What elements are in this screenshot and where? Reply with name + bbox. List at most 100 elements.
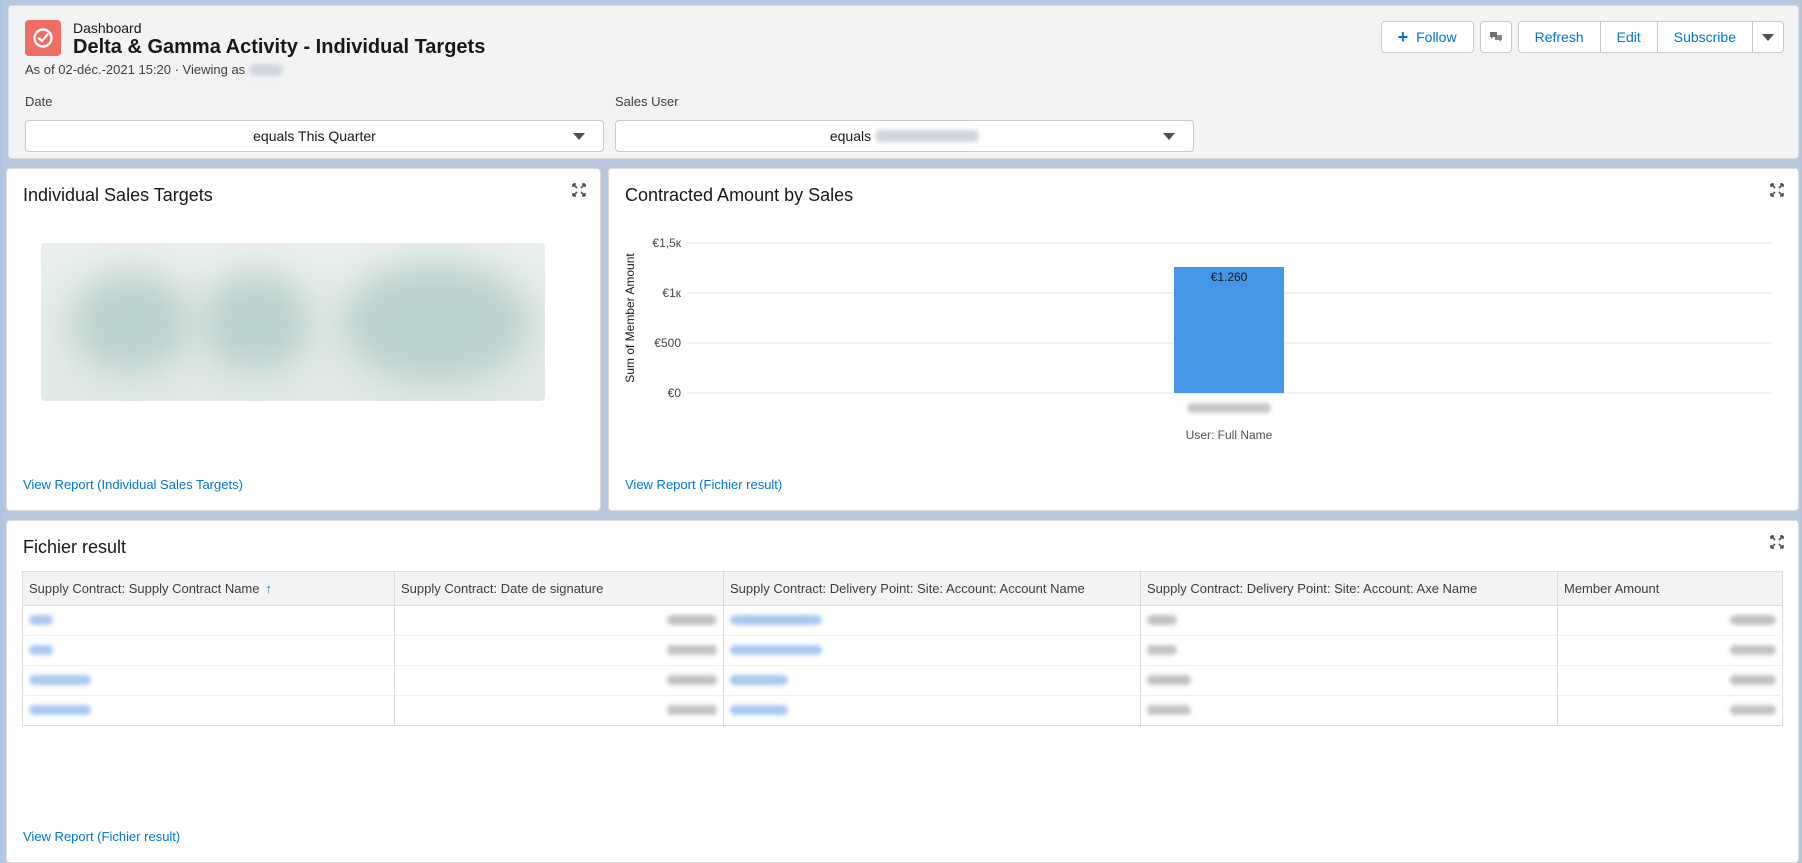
redacted-value — [1730, 675, 1776, 685]
cell-date — [394, 605, 724, 636]
redacted-value — [1147, 675, 1191, 685]
table-row — [22, 665, 1783, 696]
x-category-label-redacted — [1187, 403, 1271, 413]
cell-axe-name — [1140, 635, 1558, 666]
y-tick-label: €1,5к — [652, 236, 681, 250]
cell-account-name[interactable] — [723, 635, 1141, 666]
redacted-value — [29, 615, 53, 625]
blurred-targets-chart — [41, 243, 545, 401]
table-row — [22, 605, 1783, 636]
expand-icon[interactable] — [572, 183, 586, 197]
cell-axe-name — [1140, 695, 1558, 726]
cell-date — [394, 665, 724, 696]
redacted-value — [730, 615, 822, 625]
view-report-fichier-result-link[interactable]: View Report (Fichier result) — [23, 829, 180, 844]
cell-account-name[interactable] — [723, 695, 1141, 726]
redacted-value — [1147, 615, 1177, 625]
card-title: Fichier result — [23, 537, 127, 557]
chart-blob — [341, 263, 531, 383]
view-report-fichier-link[interactable]: View Report (Fichier result) — [625, 477, 782, 492]
redacted-value — [667, 675, 717, 685]
chevron-down-icon — [1163, 133, 1175, 140]
viewing-as-user-redacted — [249, 63, 284, 76]
date-filter-select[interactable]: equals This Quarter — [25, 120, 604, 152]
contracted-amount-card: Contracted Amount by Sales €0 €500 €1к €1,5… — [608, 168, 1799, 511]
redacted-value — [730, 705, 788, 715]
column-header-label: Supply Contract: Supply Contract Name — [29, 581, 260, 596]
column-header-contract-name[interactable]: Supply Contract: Supply Contract Name ↑ — [22, 571, 395, 606]
card-title: Individual Sales Targets — [23, 185, 213, 205]
column-header-member-amount[interactable]: Member Amount — [1557, 571, 1783, 606]
redacted-value — [1730, 615, 1776, 625]
redacted-value — [29, 645, 53, 655]
cell-contract-name[interactable] — [22, 605, 395, 636]
more-actions-button[interactable] — [1752, 21, 1784, 53]
cell-member-amount — [1557, 665, 1783, 696]
y-tick-label: €0 — [668, 386, 682, 400]
page-title: Delta & Gamma Activity - Individual Targ… — [73, 36, 486, 58]
date-filter-value: equals This Quarter — [253, 128, 376, 144]
redacted-value — [730, 645, 822, 655]
chart-blob — [201, 273, 311, 373]
x-axis-label: User: Full Name — [1186, 428, 1273, 442]
column-header-axe-name[interactable]: Supply Contract: Delivery Point: Site: A… — [1140, 571, 1558, 606]
column-header-account-name[interactable]: Supply Contract: Delivery Point: Site: A… — [723, 571, 1141, 606]
cell-axe-name — [1140, 605, 1558, 636]
subscribe-button[interactable]: Subscribe — [1656, 21, 1753, 53]
chart-blob — [71, 273, 191, 373]
cell-axe-name — [1140, 665, 1558, 696]
follow-button[interactable]: + Follow — [1380, 21, 1474, 53]
redacted-value — [29, 705, 91, 715]
chevron-down-icon — [573, 133, 585, 140]
action-button-group: Refresh Edit Subscribe — [1517, 21, 1784, 53]
redacted-value — [1730, 705, 1776, 715]
y-tick-label: €1к — [662, 286, 681, 300]
fichier-result-card: Fichier result Supply Contract: Supply C… — [6, 520, 1799, 863]
header-actions: + Follow Refresh Edit Subscribe — [1380, 21, 1784, 53]
table-header-row: Supply Contract: Supply Contract Name ↑ S… — [22, 571, 1783, 606]
contracted-bar-chart: €0 €500 €1к €1,5к Sum of Member Amount €1.260… — [623, 236, 1771, 442]
y-tick-label: €500 — [654, 336, 681, 350]
sales-user-redacted — [875, 130, 980, 142]
cell-member-amount — [1557, 695, 1783, 726]
sales-user-filter-label: Sales User — [615, 94, 679, 109]
expand-icon[interactable] — [1770, 535, 1784, 549]
redacted-value — [730, 675, 788, 685]
column-header-date-signature[interactable]: Supply Contract: Date de signature — [394, 571, 724, 606]
cell-date — [394, 695, 724, 726]
chat-bubbles-icon — [1489, 32, 1502, 42]
bar — [1174, 267, 1284, 393]
chevron-down-icon — [1762, 33, 1774, 41]
dashboard-app-icon — [25, 20, 61, 56]
redacted-value — [1147, 705, 1191, 715]
view-report-targets-link[interactable]: View Report (Individual Sales Targets) — [23, 477, 243, 492]
cell-member-amount — [1557, 605, 1783, 636]
dashboard-gauge-icon — [33, 28, 53, 48]
cell-account-name[interactable] — [723, 605, 1141, 636]
redacted-value — [667, 705, 717, 715]
sort-ascending-icon: ↑ — [265, 581, 273, 596]
dashboard-header: Dashboard Delta & Gamma Activity - Indiv… — [8, 5, 1799, 159]
table-row — [22, 695, 1783, 726]
refresh-button[interactable]: Refresh — [1517, 21, 1601, 53]
y-axis-label: Sum of Member Amount — [623, 253, 637, 383]
redacted-value — [29, 675, 91, 685]
redacted-value — [1147, 645, 1177, 655]
cell-member-amount — [1557, 635, 1783, 666]
header-kicker: Dashboard — [73, 20, 142, 36]
cell-account-name[interactable] — [723, 665, 1141, 696]
bar-data-label: €1.260 — [1211, 270, 1248, 284]
cell-contract-name[interactable] — [22, 665, 395, 696]
sales-user-filter-value: equals — [829, 128, 872, 144]
app-background: Dashboard Delta & Gamma Activity - Indiv… — [3, 0, 1800, 863]
table-row — [22, 635, 1783, 666]
edit-button[interactable]: Edit — [1599, 21, 1658, 53]
fichier-result-table: Supply Contract: Supply Contract Name ↑ S… — [22, 571, 1783, 726]
redacted-value — [667, 615, 717, 625]
sales-user-filter-select[interactable]: equals — [615, 120, 1194, 152]
header-meta: As of 02-déc.-2021 15:20 · Viewing as — [25, 62, 284, 77]
individual-sales-targets-card: Individual Sales Targets View Report (In… — [6, 168, 601, 511]
cell-contract-name[interactable] — [22, 695, 395, 726]
cell-contract-name[interactable] — [22, 635, 395, 666]
collaborate-button[interactable] — [1479, 21, 1512, 53]
